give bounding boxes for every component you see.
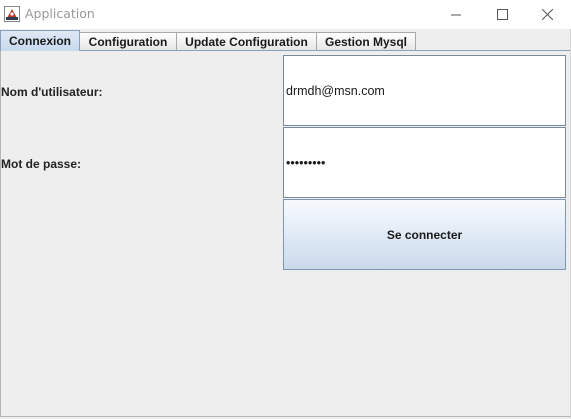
- title-bar: Application: [0, 0, 571, 29]
- application-window: Application Connexion Configuration Upda…: [0, 0, 571, 419]
- connexion-panel: Nom d'utilisateur: Mot de passe: Se conn…: [0, 51, 570, 417]
- maximize-icon: [496, 5, 508, 24]
- window-title: Application: [25, 6, 95, 21]
- java-app-icon: [4, 6, 20, 22]
- password-label: Mot de passe:: [1, 157, 82, 171]
- tab-connexion[interactable]: Connexion: [0, 30, 80, 51]
- minimize-button[interactable]: [433, 0, 479, 29]
- tab-gestion-mysql[interactable]: Gestion Mysql: [316, 32, 416, 50]
- maximize-button[interactable]: [479, 0, 525, 29]
- minimize-icon: [451, 5, 461, 24]
- close-button[interactable]: [524, 0, 570, 29]
- username-label: Nom d'utilisateur:: [1, 85, 103, 99]
- connect-button[interactable]: Se connecter: [283, 199, 566, 270]
- tab-strip: Connexion Configuration Update Configura…: [0, 30, 571, 51]
- tab-configuration[interactable]: Configuration: [79, 32, 177, 50]
- username-field[interactable]: [283, 55, 566, 126]
- tab-update-configuration[interactable]: Update Configuration: [176, 32, 317, 50]
- close-icon: [541, 5, 553, 24]
- password-field[interactable]: [283, 127, 566, 198]
